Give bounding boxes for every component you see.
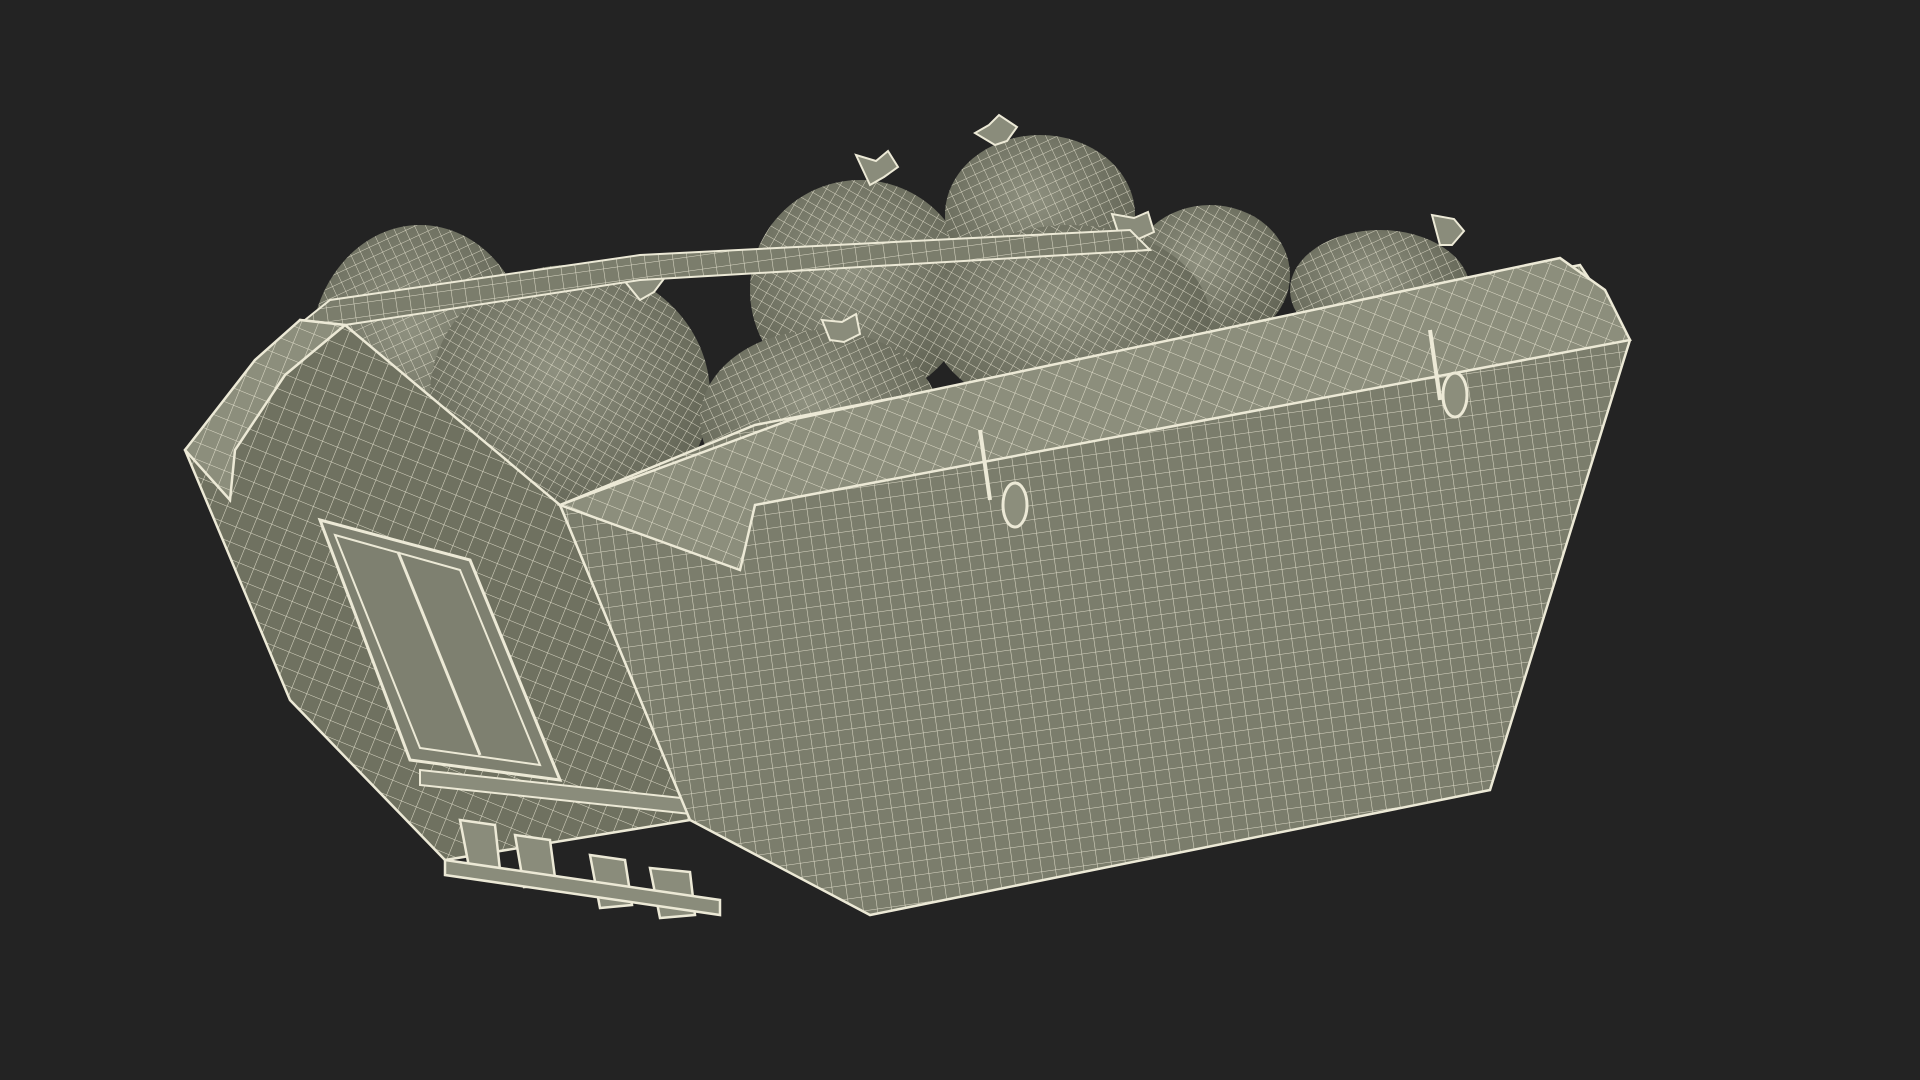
wireframe-render-viewport [183,113,1632,920]
